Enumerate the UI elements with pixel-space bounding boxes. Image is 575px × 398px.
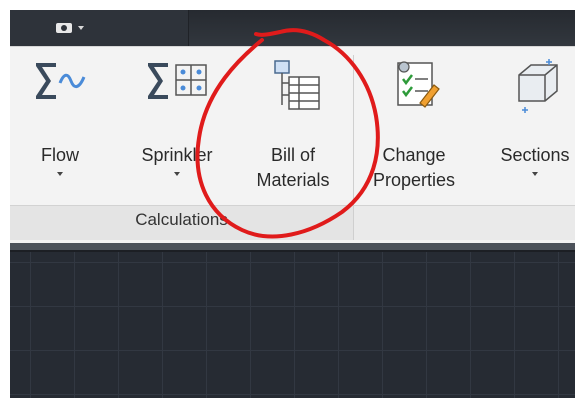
app-window: Flow Sprinkler Bill of Materials Change … [10, 10, 575, 398]
annotation-stroke [195, 28, 380, 239]
red-annotation-circle [195, 28, 380, 239]
